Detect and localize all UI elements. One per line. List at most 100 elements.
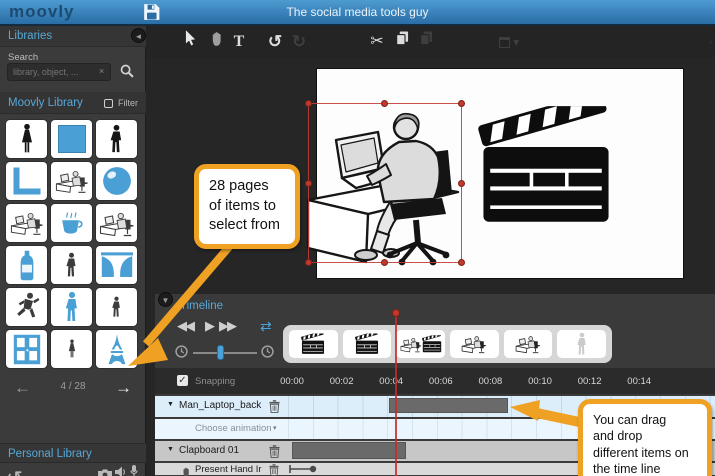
selection-handle-e[interactable] — [458, 180, 465, 187]
playhead-line[interactable] — [395, 311, 398, 476]
snapping-label: Snapping — [195, 376, 236, 387]
play-button[interactable]: ▶ — [205, 318, 215, 334]
clapboard-object[interactable] — [478, 104, 614, 228]
speaker-icon[interactable] — [115, 465, 127, 476]
zoom-slider-handle[interactable] — [217, 345, 224, 360]
dropdown-caret-icon[interactable]: ▾ — [273, 424, 277, 432]
snapping-checkbox[interactable]: ✓ — [177, 375, 188, 386]
library-item-eiffel-tower[interactable] — [96, 330, 137, 368]
canvas-toolbar: T ↺ ↻ ✂ ▾ ◦ — [146, 26, 715, 58]
selection-handle-se[interactable] — [458, 259, 465, 266]
timeline-title: Timeline — [180, 300, 224, 312]
moovly-library-header: Moovly Library Filter — [0, 92, 146, 114]
sidebar-collapse-button[interactable]: ◄ — [131, 28, 146, 43]
filmstrip-thumb-man-at-desk[interactable] — [503, 330, 553, 358]
zoom-out-clock-icon[interactable] — [175, 345, 188, 358]
track-name[interactable]: Clapboard 01 — [179, 445, 239, 456]
ruler-tick-label: 00:14 — [627, 376, 652, 387]
moovly-app-window: moovly The social media tools guy T ↺ ↻ … — [0, 0, 715, 476]
library-item-man-silhouette[interactable] — [96, 120, 137, 158]
timeline-collapse-button[interactable]: ▼ — [158, 292, 173, 307]
library-item-woman-silhouette[interactable] — [6, 120, 47, 158]
paste-button[interactable] — [418, 30, 434, 54]
loop-button[interactable]: ⇄ — [260, 318, 272, 335]
search-icon — [120, 64, 134, 78]
expand-track-icon[interactable]: ▼ — [167, 401, 174, 408]
arrange-caret-icon: ▾ — [513, 35, 520, 49]
personal-library-title: Personal Library — [8, 448, 92, 460]
selection-handle-sw[interactable] — [305, 259, 312, 266]
delete-animation-icon[interactable] — [269, 463, 280, 476]
filmstrip-thumb-man-and-clapboard[interactable] — [396, 330, 446, 358]
arrange-button[interactable]: ▾ — [496, 30, 522, 54]
ruler-tick-label: 00:10 — [528, 376, 552, 387]
library-item-standing-boy[interactable] — [51, 246, 92, 284]
timeline-ruler-row: ✓ Snapping 00:00 00:02 00:04 00:06 00:08… — [155, 368, 715, 394]
redo-button[interactable]: ↻ — [290, 30, 308, 54]
library-grid — [6, 120, 139, 368]
expand-track-icon[interactable]: ▼ — [167, 446, 174, 453]
selection-handle-s[interactable] — [381, 259, 388, 266]
animation-name[interactable]: Present Hand Ir — [195, 464, 262, 475]
library-item-corner-frame[interactable] — [6, 162, 47, 200]
timeline-zoom-slider[interactable] — [193, 352, 257, 354]
filter-label: Filter — [118, 98, 138, 108]
library-item-man-with-laptop[interactable] — [6, 204, 47, 242]
clear-search-icon[interactable]: × — [99, 66, 104, 76]
library-item-blue-man[interactable] — [51, 288, 92, 326]
filmstrip-thumb-clapboard[interactable] — [342, 330, 392, 358]
copy-button[interactable] — [394, 30, 410, 54]
selection-handle-ne[interactable] — [458, 100, 465, 107]
zoom-in-clock-icon[interactable] — [261, 345, 274, 358]
undo-button[interactable]: ↺ — [266, 30, 284, 54]
delete-track-icon[interactable] — [269, 445, 280, 458]
ruler-tick-label: 00:12 — [577, 376, 602, 387]
selection-box[interactable] — [305, 100, 465, 266]
ruler-tick-label: 00:06 — [428, 376, 453, 387]
library-item-small-boy[interactable] — [96, 288, 137, 326]
library-item-small-child[interactable] — [51, 330, 92, 368]
library-item-coffee-cup[interactable] — [51, 204, 92, 242]
refresh-icon[interactable]: ↺ — [6, 466, 23, 476]
library-item-curtain[interactable] — [96, 246, 137, 284]
library-item-woman-with-laptop[interactable] — [51, 162, 92, 200]
library-item-bottle[interactable] — [6, 246, 47, 284]
keyframe-markers[interactable] — [288, 463, 328, 475]
library-pagination: ← 4 / 28 → — [0, 378, 146, 400]
library-item-blue-square[interactable] — [51, 120, 92, 158]
clip-bar-clapboard[interactable] — [292, 442, 407, 459]
ruler-tick-label: 00:08 — [478, 376, 503, 387]
clip-bar-man-laptop[interactable] — [388, 398, 508, 413]
choose-animation-dropdown[interactable]: Choose animation — [195, 423, 272, 434]
filmstrip-thumb-man-at-desk[interactable] — [450, 330, 499, 358]
fast-forward-button[interactable]: ▶▶ — [219, 318, 237, 334]
text-tool-button[interactable]: T — [231, 30, 247, 54]
filmstrip-thumb-ghost-figure[interactable] — [557, 330, 607, 358]
library-item-running-boy[interactable] — [6, 288, 47, 326]
selection-handle-w[interactable] — [305, 180, 312, 187]
selection-handle-nw[interactable] — [305, 100, 312, 107]
delete-track-icon[interactable] — [269, 400, 280, 413]
libraries-header: Libraries ◄ — [0, 26, 146, 47]
selection-handle-n[interactable] — [381, 100, 388, 107]
animation-hand-icon — [181, 464, 191, 476]
select-tool-button[interactable] — [182, 30, 198, 54]
cut-button[interactable]: ✂ — [368, 30, 386, 54]
filmstrip-thumb-clapboard[interactable] — [289, 330, 338, 358]
next-page-button[interactable]: → — [115, 378, 132, 398]
filter-checkbox[interactable] — [104, 99, 113, 108]
library-item-door[interactable] — [6, 330, 47, 368]
search-label: Search — [8, 52, 39, 63]
camera-icon[interactable] — [98, 466, 112, 476]
personal-library-header[interactable]: Personal Library — [0, 443, 146, 463]
moovly-library-title: Moovly Library — [8, 97, 83, 109]
search-button[interactable] — [120, 64, 136, 80]
hand-tool-button[interactable] — [208, 30, 224, 54]
rewind-button[interactable]: ◀◀ — [177, 318, 195, 334]
library-item-man-at-desk[interactable] — [96, 204, 137, 242]
ruler-tick-label: 00:00 — [280, 376, 304, 387]
microphone-icon[interactable] — [130, 465, 138, 476]
track-name[interactable]: Man_Laptop_back — [179, 400, 261, 411]
search-input[interactable] — [7, 63, 111, 81]
library-item-blue-ball[interactable] — [96, 162, 137, 200]
